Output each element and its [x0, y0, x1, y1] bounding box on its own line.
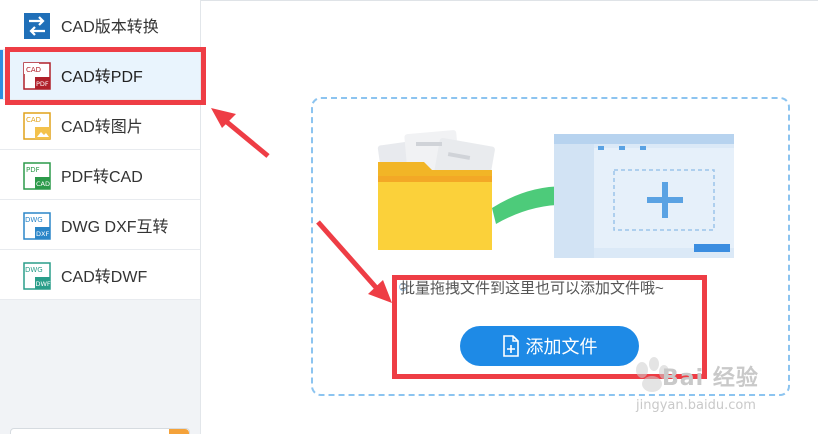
sidebar-item-dwg-dxf[interactable]: DWG DXF DWG DXF互转	[0, 200, 200, 250]
svg-text:CAD: CAD	[36, 180, 50, 188]
sidebar-item-cad-to-dwf[interactable]: DWG DWF CAD转DWF	[0, 250, 200, 300]
cad-version-convert-icon	[24, 13, 50, 39]
svg-text:DXF: DXF	[36, 230, 49, 238]
drag-to-add-illustration	[377, 130, 734, 258]
app-window: CAD版本转换 CAD PDF CAD转PDF CAD CAD转图片 PDF C…	[0, 0, 818, 434]
watermark-text: Bai 经验	[662, 366, 759, 391]
sidebar-item-label: PDF转CAD	[61, 168, 143, 186]
svg-text:DWG: DWG	[25, 266, 43, 274]
header-divider	[201, 0, 818, 1]
badge-corner	[169, 429, 189, 434]
svg-text:PDF: PDF	[26, 166, 40, 174]
watermark-url: jingyan.baidu.com	[636, 398, 756, 413]
sidebar-item-cad-to-image[interactable]: CAD CAD转图片	[0, 100, 200, 150]
sidebar-item-label: DWG DXF互转	[61, 218, 169, 236]
annotation-arrow-icon	[211, 108, 270, 158]
svg-text:DWF: DWF	[36, 280, 51, 288]
dwg-dxf-convert-icon: DWG DXF	[23, 212, 51, 240]
svg-text:CAD: CAD	[26, 116, 41, 124]
cad-to-dwf-icon: DWG DWF	[23, 262, 51, 290]
annotation-highlight-sidebar	[5, 47, 206, 105]
cad-to-image-icon: CAD	[23, 112, 51, 140]
sidebar-item-label: CAD转图片	[61, 118, 143, 136]
sidebar-item-label: CAD版本转换	[61, 18, 159, 36]
active-indicator	[0, 50, 3, 99]
sidebar-item-label: CAD转DWF	[61, 268, 148, 286]
app-window-icon	[554, 134, 734, 258]
sidebar-item-pdf-to-cad[interactable]: PDF CAD PDF转CAD	[0, 150, 200, 200]
sidebar-bottom-widget[interactable]	[10, 428, 190, 434]
folder-icon	[378, 162, 492, 250]
pdf-to-cad-icon: PDF CAD	[23, 162, 51, 190]
sidebar-item-cad-version[interactable]: CAD版本转换	[0, 0, 200, 50]
svg-text:DWG: DWG	[25, 216, 43, 224]
